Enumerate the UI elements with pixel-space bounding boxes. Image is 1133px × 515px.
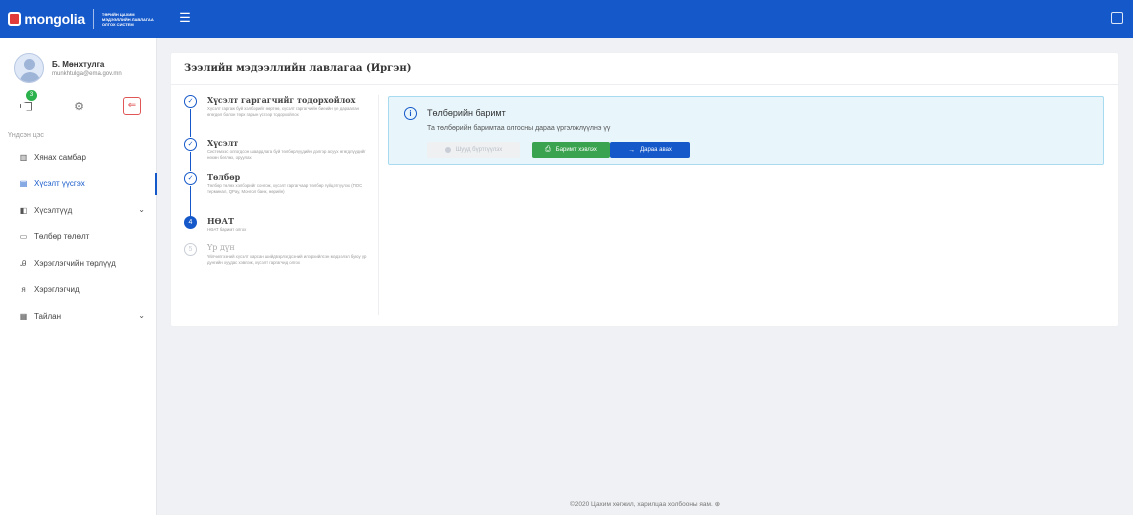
users-icon: ᴙ xyxy=(21,285,26,295)
step-description: НӨАТ баримт олгох xyxy=(207,227,247,232)
logo-mark-icon xyxy=(8,12,22,26)
step-number: 4 xyxy=(184,216,197,229)
avatar xyxy=(14,53,44,83)
footer-text: ©2020 Цахим хөгжил, харилцаа холбооны яа… xyxy=(569,501,713,508)
print-receipt-button[interactable]: ⎙ Баримт хэвлэх xyxy=(532,142,610,158)
step-title: Хүсэлт xyxy=(207,138,239,148)
dot-icon xyxy=(444,147,451,153)
sidebar-item-label: Хэрэглэгчийн төрлүүд xyxy=(34,258,116,268)
sidebar-item-label: Хүсэлт үүсгэх xyxy=(34,179,85,189)
sidebar-item-create-request[interactable]: ▤ Хүсэлт үүсгэх xyxy=(0,171,157,198)
user-profile[interactable]: Б. Мөнхтулга munkhtulga@ema.gov.mn xyxy=(14,52,154,84)
user-email: munkhtulga@ema.gov.mn xyxy=(52,70,122,77)
step-description: Төлбөр төлөх хэлбэрийг сонгож, хүсэлт га… xyxy=(207,183,363,194)
step-connector xyxy=(190,152,192,171)
globe-icon: ⊕ xyxy=(714,501,721,508)
menu-toggle-icon[interactable]: ☰ xyxy=(177,10,193,26)
logo-text: mongolia xyxy=(24,11,85,27)
gear-icon: ⚙ xyxy=(74,100,84,113)
report-icon: ▦ xyxy=(19,311,28,321)
sidebar-item-label: Төлбөр төлөлт xyxy=(34,232,90,242)
step-title: НӨАТ xyxy=(207,216,234,226)
sidebar: Б. Мөнхтулга munkhtulga@ema.gov.mn 3 ⚙ ⇐… xyxy=(0,38,157,515)
footer: ©2020 Цахим хөгжил, харилцаа холбооны яа… xyxy=(157,500,1133,508)
notifications-button[interactable]: 3 xyxy=(14,90,38,117)
sidebar-item-label: Тайлан xyxy=(34,311,61,321)
notification-badge: 3 xyxy=(26,90,37,101)
sidebar-item-reports[interactable]: ▦ Тайлан ⌄ xyxy=(0,303,157,330)
page-title: Зээлийн мэдээллийн лавлагаа (Иргэн) xyxy=(184,63,412,74)
sidebar-section-label: Үндсэн цэс xyxy=(8,132,44,139)
alert-text: Та төлбөрийн баримтаа олгосны дараа үргэ… xyxy=(427,125,611,132)
button-label: Баримт хэвлэх xyxy=(555,147,597,153)
sidebar-item-user-types[interactable]: Ꭿ Хэрэглэгчийн төрлүүд xyxy=(0,250,157,277)
info-icon: i xyxy=(404,107,417,120)
step-title: Хүсэлт гаргагчийг тодорхойлох xyxy=(207,95,356,105)
user-name: Б. Мөнхтулга xyxy=(52,59,105,69)
arrow-right-icon: → xyxy=(628,146,636,154)
check-icon: ✓ xyxy=(184,138,197,151)
top-bar: mongolia ТӨРИЙН ЦАХИМ МЭДЭЭЛЛИЙН ЛАВЛАГА… xyxy=(0,0,1133,38)
step-title: Үр дүн xyxy=(207,243,235,252)
card-icon: ▭ xyxy=(19,232,28,242)
step-title: Төлбөр xyxy=(207,172,241,182)
app-logo[interactable]: mongolia ТӨРИЙН ЦАХИМ МЭДЭЭЛЛИЙН ЛАВЛАГА… xyxy=(8,5,158,33)
sidebar-item-requests[interactable]: ◧ Хүсэлтүүд ⌄ xyxy=(0,197,157,224)
logout-icon: ⇐ xyxy=(123,97,141,115)
logo-divider xyxy=(92,9,94,29)
quick-actions: 3 ⚙ ⇐ xyxy=(14,90,144,117)
stepper: ✓ Хүсэлт гаргагчийг тодорхойлох Хүсэлт г… xyxy=(184,95,379,315)
step-connector xyxy=(190,186,192,219)
expand-icon[interactable] xyxy=(1111,12,1123,24)
step-description: Үйлчилгээний хүсэлт харсан шийдвэрлэгдсэ… xyxy=(207,254,367,265)
chart-icon: ▥ xyxy=(19,152,28,162)
step-connector xyxy=(190,109,192,137)
step-description: Системээс олгогдсон шаардлага буй төлбөр… xyxy=(207,149,366,160)
document-icon: ▤ xyxy=(19,179,28,189)
step-number: 5 xyxy=(184,243,197,256)
card-header: Зээлийн мэдээллийн лавлагаа (Иргэн) xyxy=(171,53,1118,85)
button-label: Шууд бүртгүүлэх xyxy=(455,147,503,153)
alert-title: Төлбөрийн баримт xyxy=(427,108,506,118)
sidebar-nav: ▥ Хянах самбар ▤ Хүсэлт үүсгэх ◧ Хүсэлтү… xyxy=(0,144,157,330)
sidebar-item-label: Хэрэглэгчид xyxy=(34,285,80,295)
sidebar-item-users[interactable]: ᴙ Хэрэглэгчид xyxy=(0,277,157,304)
check-icon: ✓ xyxy=(184,95,197,108)
user-type-icon: Ꭿ xyxy=(20,258,27,268)
next-button[interactable]: → Дараа авах xyxy=(610,142,690,158)
logo-subtitle: ТӨРИЙН ЦАХИМ МЭДЭЭЛЛИЙН ЛАВЛАГАА ОЛГОХ С… xyxy=(101,11,154,27)
logout-button[interactable]: ⇐ xyxy=(120,95,144,117)
megaphone-icon xyxy=(20,101,32,111)
payment-receipt-alert: i Төлбөрийн баримт Та төлбөрийн баримтаа… xyxy=(388,96,1104,165)
sidebar-item-dashboard[interactable]: ▥ Хянах самбар xyxy=(0,144,157,171)
printer-icon: ⎙ xyxy=(545,146,551,153)
button-label: Дараа авах xyxy=(640,147,672,153)
step-description: Хүсэлт гаргаж буй хэлбэрийг өөртөө, хүсэ… xyxy=(207,106,360,117)
main-card: Зээлийн мэдээллийн лавлагаа (Иргэн) ✓ Хү… xyxy=(171,53,1118,326)
check-icon: ✓ xyxy=(184,172,197,185)
list-icon: ◧ xyxy=(19,205,28,215)
user-info: Б. Мөнхтулга munkhtulga@ema.gov.mn xyxy=(52,60,122,77)
register-directly-button[interactable]: Шууд бүртгүүлэх xyxy=(427,142,520,158)
sidebar-item-payments[interactable]: ▭ Төлбөр төлөлт xyxy=(0,224,157,251)
chevron-down-icon: ⌄ xyxy=(138,311,145,320)
chevron-down-icon: ⌄ xyxy=(138,205,145,214)
sidebar-item-label: Хүсэлтүүд xyxy=(34,205,73,215)
sidebar-item-label: Хянах самбар xyxy=(34,152,86,162)
settings-button[interactable]: ⚙ xyxy=(67,95,91,117)
